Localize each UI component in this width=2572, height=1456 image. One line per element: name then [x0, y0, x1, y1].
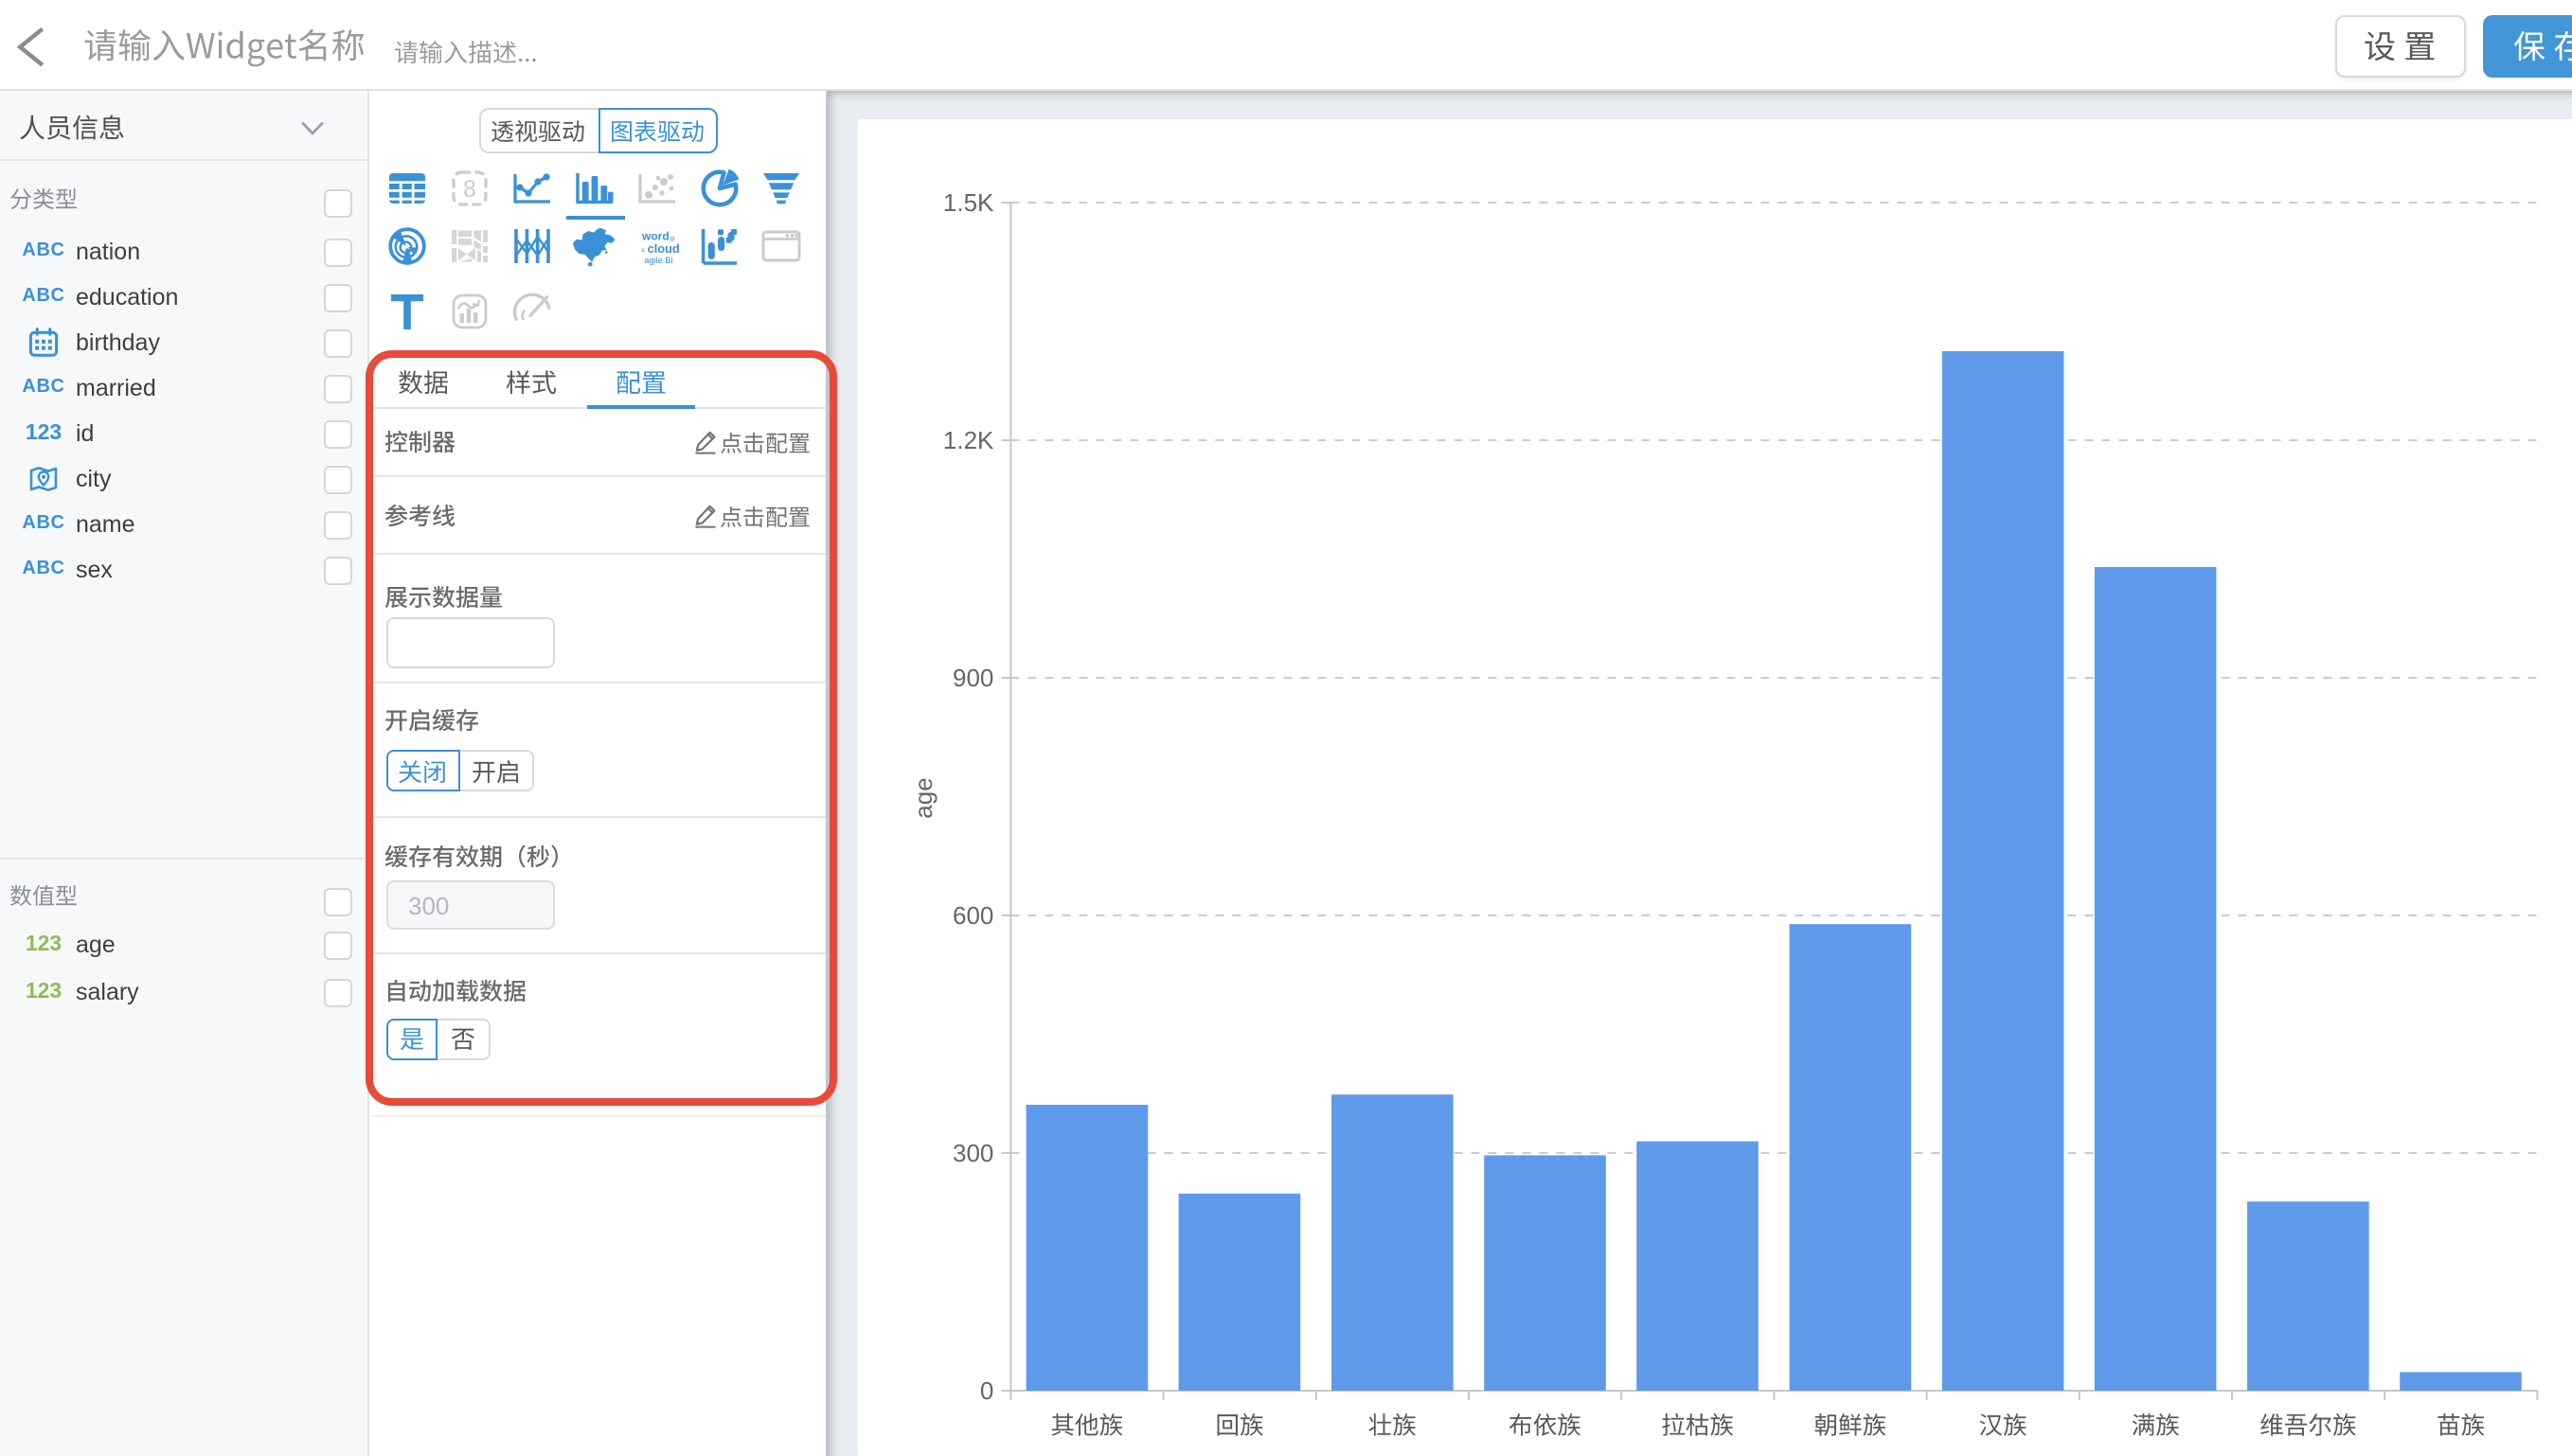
- svg-text:a: a: [641, 248, 645, 254]
- svg-text:1.2K: 1.2K: [942, 425, 993, 453]
- svg-text:age: age: [908, 776, 937, 817]
- svg-text:0: 0: [979, 1376, 992, 1404]
- svg-text:300: 300: [952, 1138, 992, 1166]
- svg-text:600: 600: [952, 900, 992, 929]
- svg-text:agile Bi: agile Bi: [644, 256, 672, 265]
- svg-text:900: 900: [952, 663, 992, 691]
- svg-text:8: 8: [463, 176, 476, 203]
- svg-text:1.5K: 1.5K: [942, 187, 993, 216]
- svg-text:cloud: cloud: [648, 241, 680, 256]
